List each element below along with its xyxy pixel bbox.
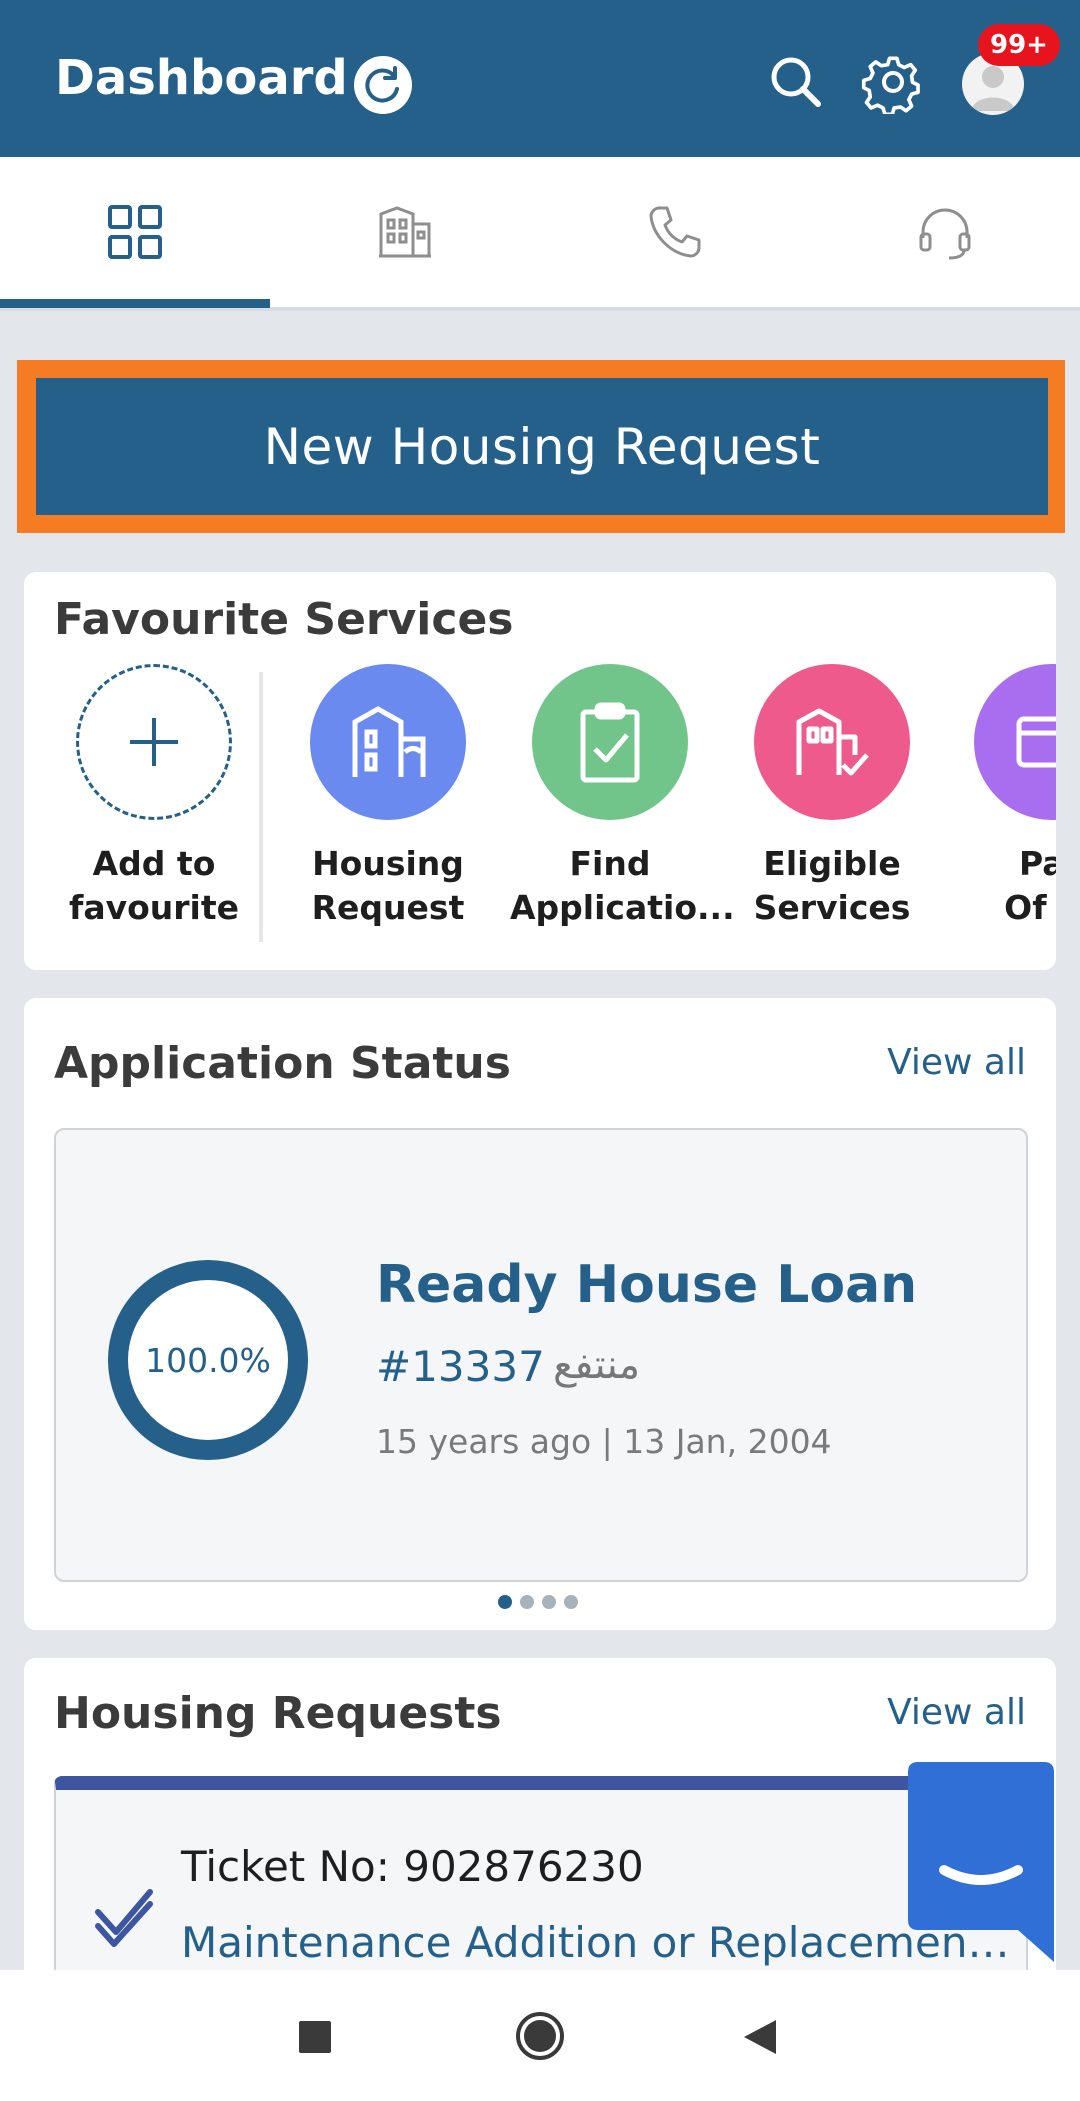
request-description: Maintenance Addition or Replacement L...	[181, 1918, 1016, 1967]
gear-icon[interactable]	[861, 50, 925, 117]
view-all-link[interactable]: View all	[887, 1042, 1026, 1083]
ticket-number: Ticket No: 902876230	[181, 1842, 644, 1891]
page-title: Dashboard	[55, 50, 348, 106]
add-favourite-label-1: Add to	[92, 844, 216, 883]
fav-overflow-clip: Pay Of Ar	[954, 572, 1056, 970]
system-nav-bar	[0, 1970, 1080, 2101]
home-icon[interactable]	[514, 2010, 566, 2062]
application-status-card: Application Status View all 100.0% Ready…	[24, 998, 1056, 1630]
building-icon	[379, 206, 431, 258]
double-check-icon	[95, 1889, 153, 1947]
tab-dashboard[interactable]	[0, 157, 270, 307]
housing-requests-title: Housing Requests	[54, 1688, 502, 1739]
fav-find-application[interactable]: Find Applicatio...	[510, 664, 735, 930]
fav-eligible-services[interactable]: Eligible Services	[732, 664, 932, 930]
pager-dots	[498, 1595, 578, 1609]
application-status-title: Application Status	[54, 1038, 511, 1089]
new-housing-request-button[interactable]: New Housing Request	[36, 378, 1048, 515]
divider	[259, 672, 263, 942]
tab-housing[interactable]	[270, 157, 540, 307]
add-favourite-label-2: favourite	[68, 888, 240, 927]
back-icon[interactable]	[742, 2018, 778, 2056]
loan-date: 15 years ago | 13 Jan, 2004	[376, 1422, 832, 1461]
housing-requests-card: Housing Requests View all Ticket No: 902…	[24, 1658, 1056, 1970]
recents-icon[interactable]	[298, 2020, 332, 2054]
search-icon[interactable]	[764, 50, 828, 114]
fav-label-1: Housing	[312, 844, 464, 883]
tab-bar	[0, 157, 1080, 311]
phone-icon	[649, 206, 701, 258]
card-icon	[974, 664, 1056, 820]
fav-label-1: Pay	[1018, 844, 1056, 883]
progress-text: 100.0%	[145, 1340, 271, 1380]
pager-dot[interactable]	[520, 1595, 534, 1609]
fav-label-1: Find	[569, 844, 651, 883]
building-check-icon	[754, 664, 910, 820]
fav-label-2: Applicatio...	[510, 888, 735, 927]
pager-dot[interactable]	[542, 1595, 556, 1609]
headset-icon	[919, 208, 971, 260]
fav-pay-arrears[interactable]: Pay Of Ar	[954, 664, 1056, 930]
fav-label-2: Of Ar	[1004, 888, 1056, 927]
loan-number: #13337	[376, 1342, 545, 1391]
fav-label-2: Request	[311, 888, 465, 927]
grid-icon	[108, 205, 162, 259]
notification-badge: 99+	[978, 24, 1060, 66]
favourite-services-card: Favourite Services Add to favourite Housi…	[24, 572, 1056, 970]
active-tab-indicator	[0, 299, 270, 308]
plus-icon	[76, 664, 232, 820]
housing-request-item[interactable]: Ticket No: 902876230 Maintenance Additio…	[54, 1776, 1028, 1970]
application-status-item[interactable]: 100.0% Ready House Loan #13337 منتفع 15 …	[54, 1128, 1028, 1582]
chat-button[interactable]	[908, 1762, 1054, 1962]
clipboard-check-icon	[532, 664, 688, 820]
refresh-icon[interactable]	[354, 56, 412, 114]
loan-title: Ready House Loan	[376, 1255, 918, 1315]
fav-label-2: Services	[753, 888, 911, 927]
view-all-link[interactable]: View all	[887, 1692, 1026, 1733]
app-header: Dashboard 99+	[0, 0, 1080, 157]
tab-contact[interactable]	[540, 157, 810, 307]
loan-status: منتفع	[553, 1342, 641, 1388]
pager-dot[interactable]	[498, 1595, 512, 1609]
tab-support[interactable]	[810, 157, 1080, 307]
fav-label-1: Eligible	[763, 844, 901, 883]
pager-dot[interactable]	[564, 1595, 578, 1609]
favourite-services-title: Favourite Services	[54, 594, 514, 645]
add-favourite-button[interactable]: Add to favourite	[54, 664, 254, 930]
fav-housing-request[interactable]: Housing Request	[288, 664, 488, 930]
building-icon	[310, 664, 466, 820]
